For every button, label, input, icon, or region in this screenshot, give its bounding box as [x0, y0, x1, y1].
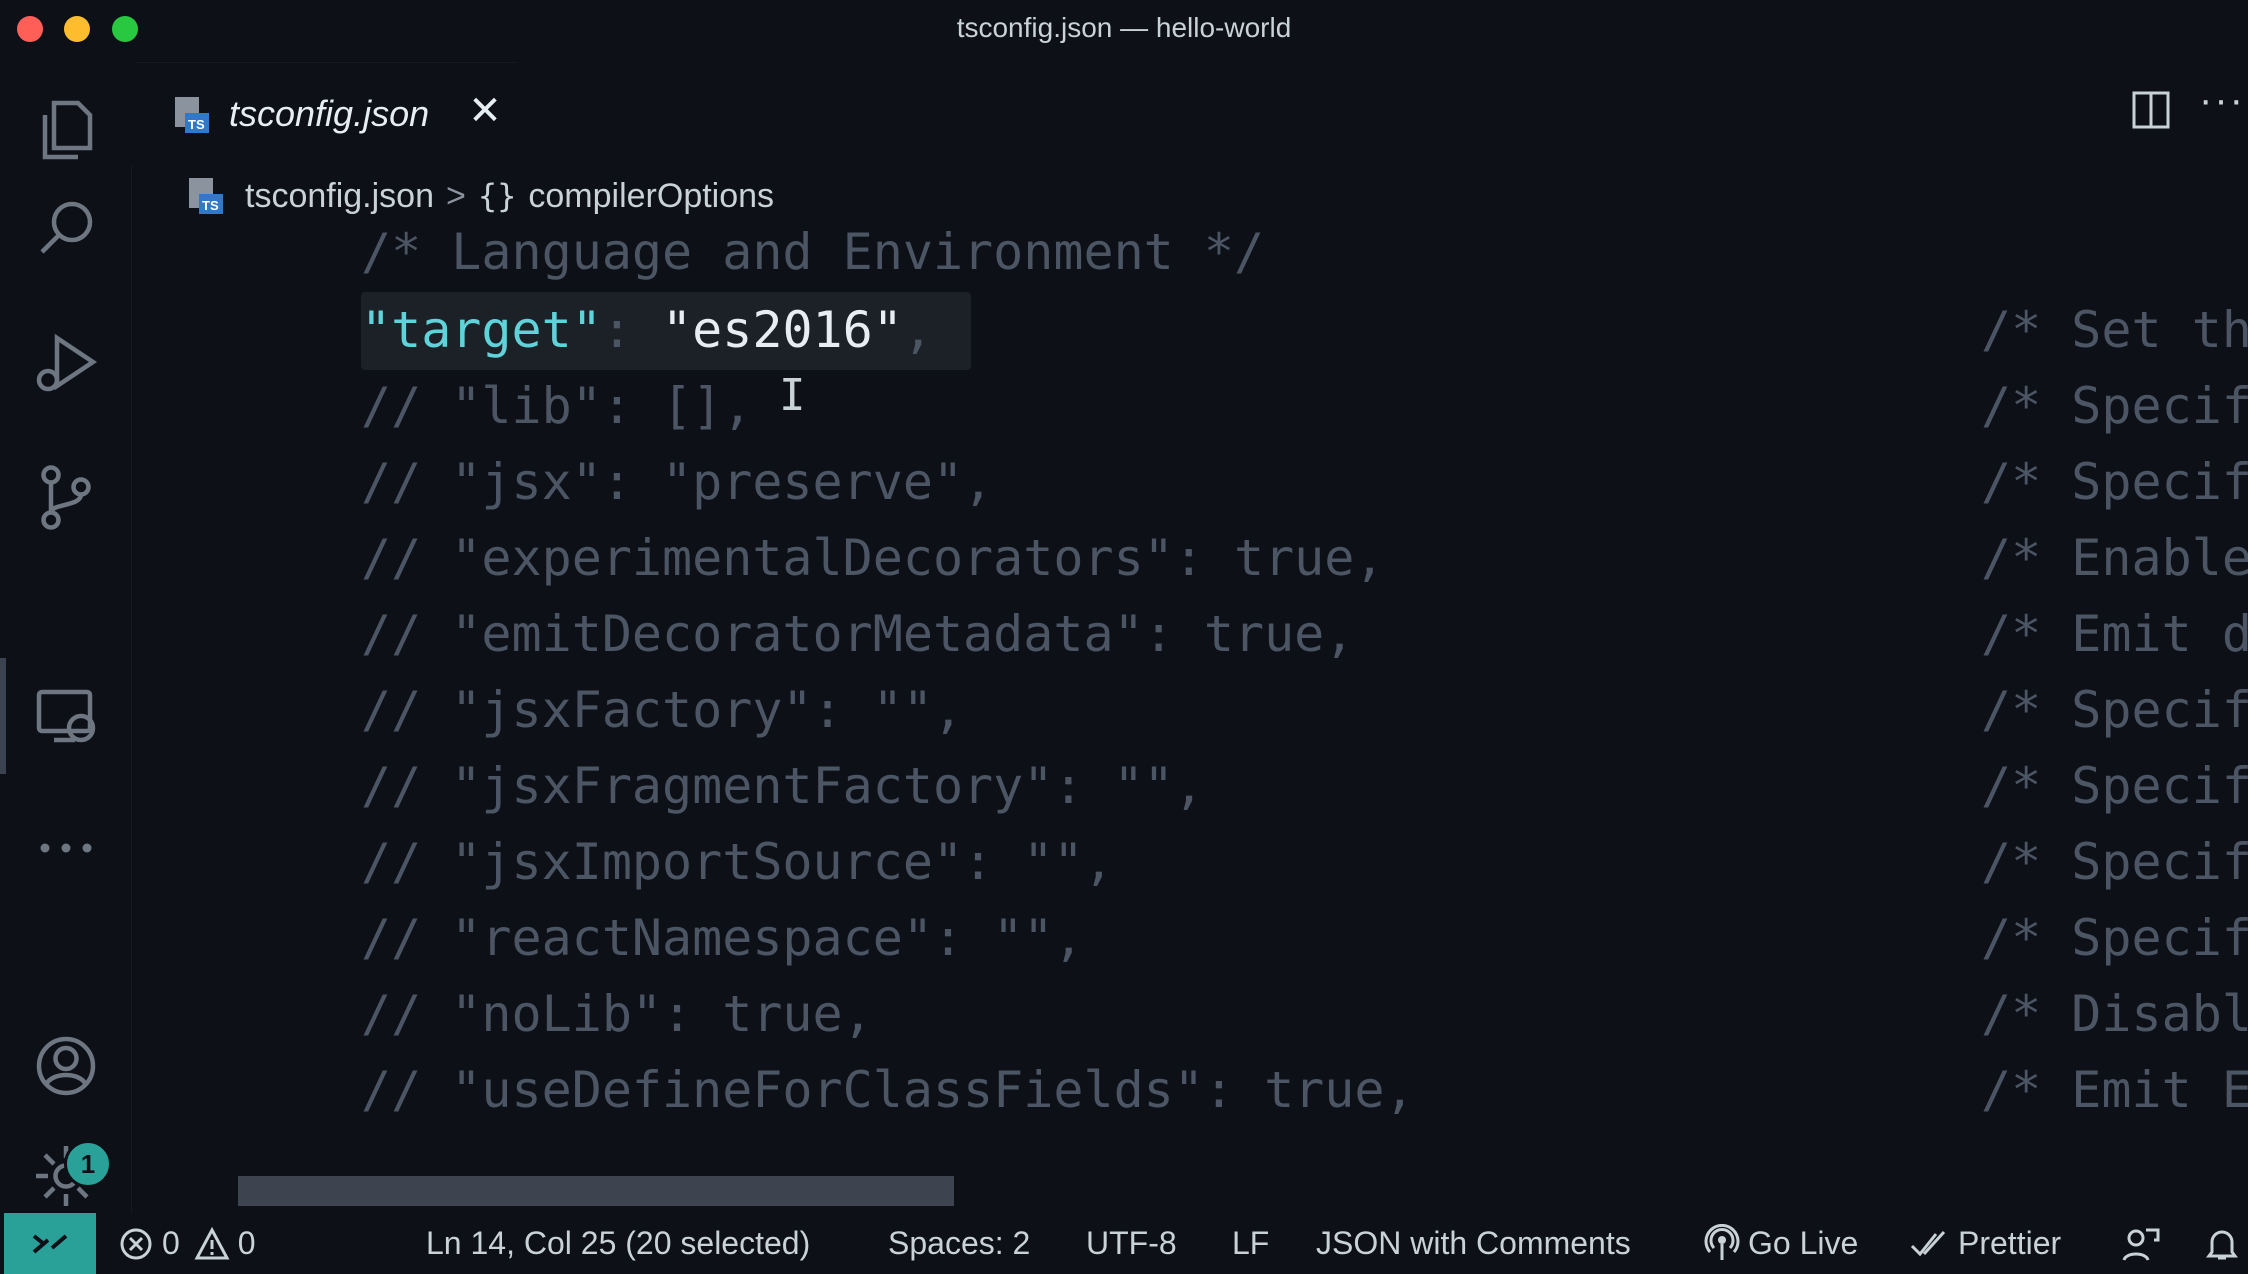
breadcrumb-section[interactable]: compilerOptions	[528, 177, 774, 216]
account-icon[interactable]	[24, 1024, 108, 1108]
json-colon: :	[601, 301, 632, 359]
cursor-position[interactable]: Ln 14, Col 25 (20 selected)	[426, 1213, 810, 1274]
breadcrumb-file[interactable]: tsconfig.json	[245, 177, 434, 216]
json-comma: ,	[902, 301, 933, 359]
run-debug-icon[interactable]	[24, 320, 108, 404]
warning-icon	[194, 1226, 230, 1259]
svg-text:TS: TS	[188, 117, 205, 132]
code-line: // "lib": [],	[361, 377, 753, 435]
tab-label: tsconfig.json	[229, 93, 430, 134]
active-indicator	[0, 658, 6, 774]
json-value: "es2016"	[662, 301, 903, 359]
svg-text:TS: TS	[202, 198, 219, 213]
encoding[interactable]: UTF-8	[1086, 1213, 1177, 1274]
feedback-icon[interactable]	[2120, 1213, 2168, 1274]
remote-icon	[32, 1233, 68, 1254]
trailing-comment: /* Specif	[1981, 909, 2248, 967]
trailing-comment: /* Specif	[1981, 833, 2248, 891]
code-line: // "jsxFragmentFactory": "",	[361, 757, 1204, 815]
problems-indicator[interactable]: 0 0	[118, 1213, 256, 1274]
code-line: // "jsx": "preserve",	[361, 453, 994, 511]
split-editor-icon[interactable]	[2131, 90, 2171, 130]
code-line: // "jsxImportSource": "",	[361, 833, 1114, 891]
trailing-comment: /* Enable	[1981, 529, 2248, 587]
trailing-comment: /* Emit d	[1981, 605, 2248, 663]
double-check-icon	[1910, 1230, 1946, 1256]
trailing-comment: /* Specif	[1981, 453, 2248, 511]
go-live-label: Go Live	[1748, 1225, 1859, 1261]
broadcast-icon	[1704, 1223, 1740, 1260]
breadcrumb: TS tsconfig.json > {} compilerOptions	[131, 166, 2248, 226]
prettier-button[interactable]: Prettier	[1910, 1213, 2061, 1274]
search-icon[interactable]	[24, 186, 108, 270]
more-actions-icon[interactable]: ···	[2199, 78, 2245, 123]
code-line: // "emitDecoratorMetadata": true,	[361, 605, 1355, 663]
language-mode[interactable]: JSON with Comments	[1316, 1213, 1631, 1274]
code-line-target: "target": "es2016",	[361, 292, 933, 368]
error-count: 0	[162, 1225, 180, 1261]
trailing-comment: /* Specif	[1981, 757, 2248, 815]
prettier-label: Prettier	[1958, 1225, 2062, 1261]
go-live-button[interactable]: Go Live	[1704, 1213, 1858, 1274]
warning-count: 0	[237, 1225, 256, 1261]
source-control-icon[interactable]	[24, 454, 108, 538]
code-line: /* Language and Environment */	[361, 226, 1265, 281]
json-key: "target"	[361, 301, 602, 359]
code-line: // "reactNamespace": "",	[361, 909, 1084, 967]
error-icon	[120, 1228, 152, 1259]
title-bar: tsconfig.json — hello-world	[0, 0, 2248, 58]
close-tab-icon[interactable]: ✕	[465, 89, 505, 133]
code-line: // "jsxFactory": "",	[361, 681, 964, 739]
ts-config-file-icon: TS	[175, 97, 209, 133]
code-line: // "useDefineForClassFields": true,	[361, 1061, 1415, 1119]
breadcrumb-separator: >	[446, 176, 466, 215]
trailing-comment: /* Specif	[1981, 377, 2248, 435]
more-views-icon[interactable]	[24, 806, 108, 890]
end-of-line[interactable]: LF	[1232, 1213, 1269, 1274]
horizontal-scrollbar[interactable]	[238, 1176, 954, 1206]
explorer-icon[interactable]	[24, 88, 108, 172]
remote-explorer-icon[interactable]	[24, 674, 108, 758]
indentation[interactable]: Spaces: 2	[888, 1213, 1030, 1274]
remote-indicator[interactable]	[4, 1213, 96, 1274]
activity-bar: 1	[0, 58, 132, 1213]
trailing-comment: /* Specif	[1981, 681, 2248, 739]
code-editor[interactable]: /* Language and Environment */ "target":…	[131, 226, 2248, 1166]
code-line: // "noLib": true,	[361, 985, 873, 1043]
object-icon: {}	[477, 177, 517, 215]
trailing-comment: /* Set th	[1981, 301, 2248, 359]
trailing-comment: /* Emit E	[1981, 1061, 2248, 1119]
code-line: // "experimentalDecorators": true,	[361, 529, 1385, 587]
settings-badge: 1	[64, 1140, 112, 1188]
ts-config-file-icon: TS	[189, 178, 223, 214]
tab-tsconfig[interactable]: TS tsconfig.json ✕	[135, 62, 517, 167]
trailing-comment: /* Disabl	[1981, 985, 2248, 1043]
text-cursor-icon: I	[779, 370, 806, 421]
status-bar: 0 0 Ln 14, Col 25 (20 selected) Spaces: …	[0, 1213, 2248, 1274]
notifications-bell-icon[interactable]	[2202, 1213, 2248, 1274]
window-title: tsconfig.json — hello-world	[956, 12, 1292, 43]
tab-bar: TS tsconfig.json ✕ ···	[131, 58, 2248, 167]
